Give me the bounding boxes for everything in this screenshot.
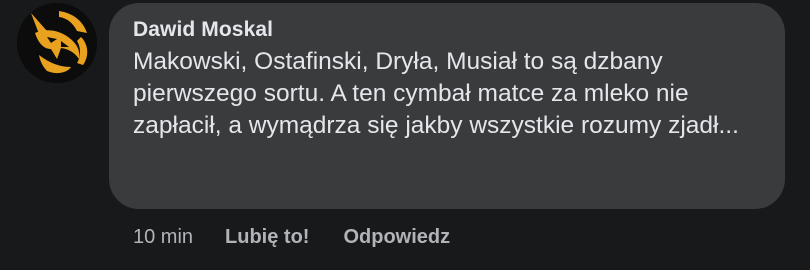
comment-author[interactable]: Dawid Moskal [133,17,761,43]
comment-timestamp[interactable]: 10 min [133,224,193,250]
like-button[interactable]: Lubię to! [225,224,309,250]
comment-actions: 10 min Lubię to! Odpowiedz [133,224,484,250]
avatar[interactable] [17,3,97,83]
reply-button[interactable]: Odpowiedz [343,224,450,250]
fox-logo-icon [17,3,97,83]
comment-text: Makowski, Ostafinski, Dryła, Musiał to s… [133,48,739,139]
comment-bubble: Dawid Moskal Makowski, Ostafinski, Dryła… [109,3,785,209]
comment-item: Dawid Moskal Makowski, Ostafinski, Dryła… [0,0,810,270]
